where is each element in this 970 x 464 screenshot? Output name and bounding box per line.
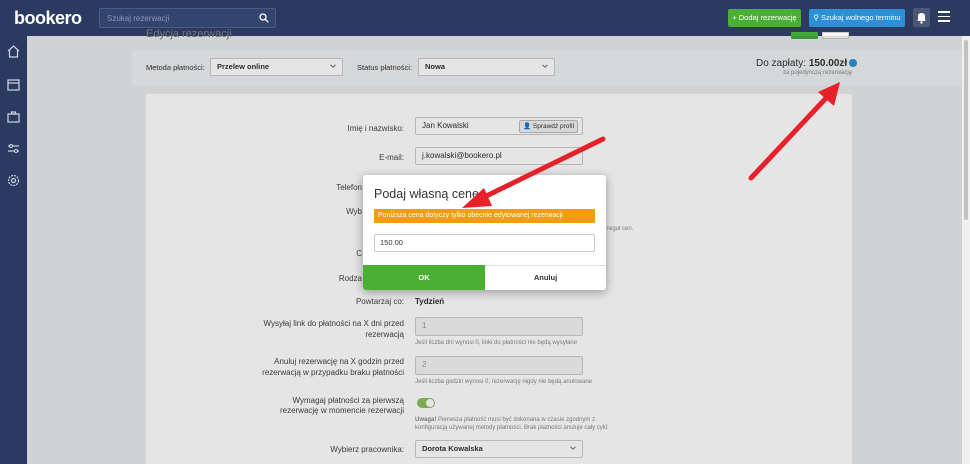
briefcase-icon[interactable] xyxy=(6,109,21,124)
gear-icon[interactable] xyxy=(6,173,21,188)
search-input[interactable] xyxy=(100,9,250,27)
find-free-slot-button[interactable]: ⚲ Szukaj wolnego terminu xyxy=(809,9,905,27)
search-icon[interactable] xyxy=(259,13,269,23)
modal-warning: Poniższa cena dotyczy tylko obecnie edyt… xyxy=(374,209,595,223)
bell-icon xyxy=(917,13,926,24)
sidebar xyxy=(0,36,27,464)
ok-button[interactable]: OK xyxy=(363,265,485,290)
sliders-icon[interactable] xyxy=(6,141,21,156)
bookero-logo[interactable]: bookero xyxy=(14,8,82,29)
search-icon: ⚲ xyxy=(813,13,821,22)
hamburger-menu-button[interactable] xyxy=(938,11,950,23)
custom-price-field[interactable]: 150.00 xyxy=(374,234,595,252)
search-box xyxy=(99,8,276,28)
add-reservation-button[interactable]: + Dodaj rezerwację xyxy=(728,9,801,27)
home-icon[interactable] xyxy=(6,44,21,59)
calendar-icon[interactable] xyxy=(6,77,21,92)
cancel-button[interactable]: Anuluj xyxy=(485,265,606,290)
notifications-button[interactable] xyxy=(913,8,930,27)
modal-title: Podaj własną cenę xyxy=(374,187,479,201)
custom-price-modal: Podaj własną cenę Poniższa cena dotyczy … xyxy=(363,175,606,290)
scrollbar-thumb[interactable] xyxy=(964,40,968,220)
